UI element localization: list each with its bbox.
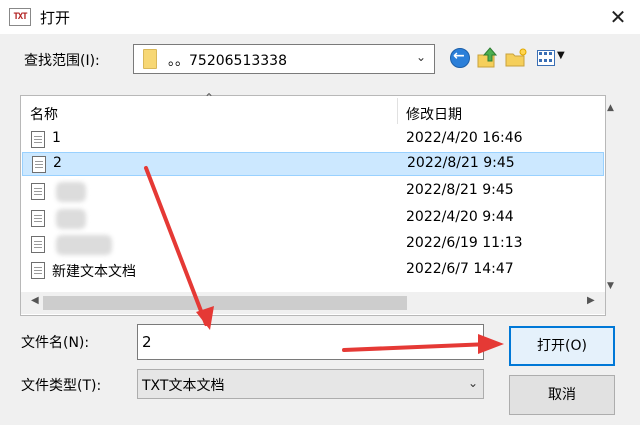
lookin-dropdown[interactable]: 。。75206513338 ⌄ [133,44,435,74]
back-icon[interactable]: ← [448,46,472,70]
title-bar: TXT 打开 ✕ [0,0,640,34]
file-date: 2022/4/20 9:44 [406,209,514,225]
views-grid [537,50,555,66]
column-header-name[interactable]: 名称 [30,104,58,124]
file-date: 2022/4/20 16:46 [406,130,523,146]
list-item[interactable]: 2022/8/21 9:45 [22,180,604,204]
close-icon[interactable]: ✕ [600,2,636,32]
txt-app-icon: TXT [9,8,31,26]
text-file-icon [31,131,45,148]
scroll-down-icon[interactable]: ▼ [607,281,614,291]
scroll-right-icon[interactable]: ▶ [587,295,595,306]
file-name: 1 [52,130,61,146]
text-file-icon [32,156,46,173]
folder-icon [143,49,157,69]
blurred-file-name [56,182,86,202]
column-header-date[interactable]: 修改日期 [406,104,462,124]
text-file-icon [31,183,45,200]
blurred-file-name [56,235,112,255]
scrollbar-thumb[interactable] [43,296,407,310]
open-button[interactable]: 打开(O) [509,326,615,366]
filename-input[interactable] [137,324,484,360]
file-name: 新建文本文档 [52,264,136,280]
back-arrow-glyph: ← [453,48,465,64]
list-item[interactable]: 2022/6/19 11:13 [22,233,604,257]
text-file-icon [31,236,45,253]
column-divider [397,98,398,124]
scroll-up-icon[interactable]: ▲ [607,103,614,113]
text-file-icon [31,210,45,227]
window-title: 打开 [40,9,71,27]
sort-ascending-icon: ⌃ [204,91,215,105]
filename-label: 文件名(N): [21,335,90,351]
cancel-button[interactable]: 取消 [509,375,615,415]
list-item[interactable]: 1 2022/4/20 16:46 [22,128,604,152]
list-item[interactable]: 2022/4/20 9:44 [22,207,604,231]
file-date: 2022/8/21 9:45 [406,182,514,198]
blurred-file-name [56,209,86,229]
file-date: 2022/8/21 9:45 [407,155,515,171]
chevron-down-icon: ⌄ [416,50,427,64]
file-date: 2022/6/7 14:47 [406,261,514,277]
scroll-left-icon[interactable]: ◀ [31,295,39,306]
lookin-label: 查找范围(I): [24,53,100,69]
up-folder-icon[interactable] [476,46,500,70]
file-name: 2 [53,155,62,171]
filetype-value: TXT文本文档 [142,378,225,394]
views-menu-icon[interactable]: ▼ [535,46,569,70]
file-date: 2022/6/19 11:13 [406,235,523,251]
filetype-dropdown[interactable]: TXT文本文档 ⌄ [137,369,484,399]
filetype-label: 文件类型(T): [21,378,102,394]
caret-down-icon: ▼ [557,50,565,61]
horizontal-scrollbar[interactable]: ◀ ▶ [21,292,605,314]
new-folder-icon[interactable] [504,46,528,70]
list-item[interactable]: 新建文本文档 2022/6/7 14:47 [22,259,604,283]
lookin-value: 。。75206513338 [168,53,287,69]
list-item-selected[interactable]: 2 2022/8/21 9:45 [22,152,604,176]
text-file-icon [31,262,45,279]
chevron-down-icon: ⌄ [468,376,479,390]
